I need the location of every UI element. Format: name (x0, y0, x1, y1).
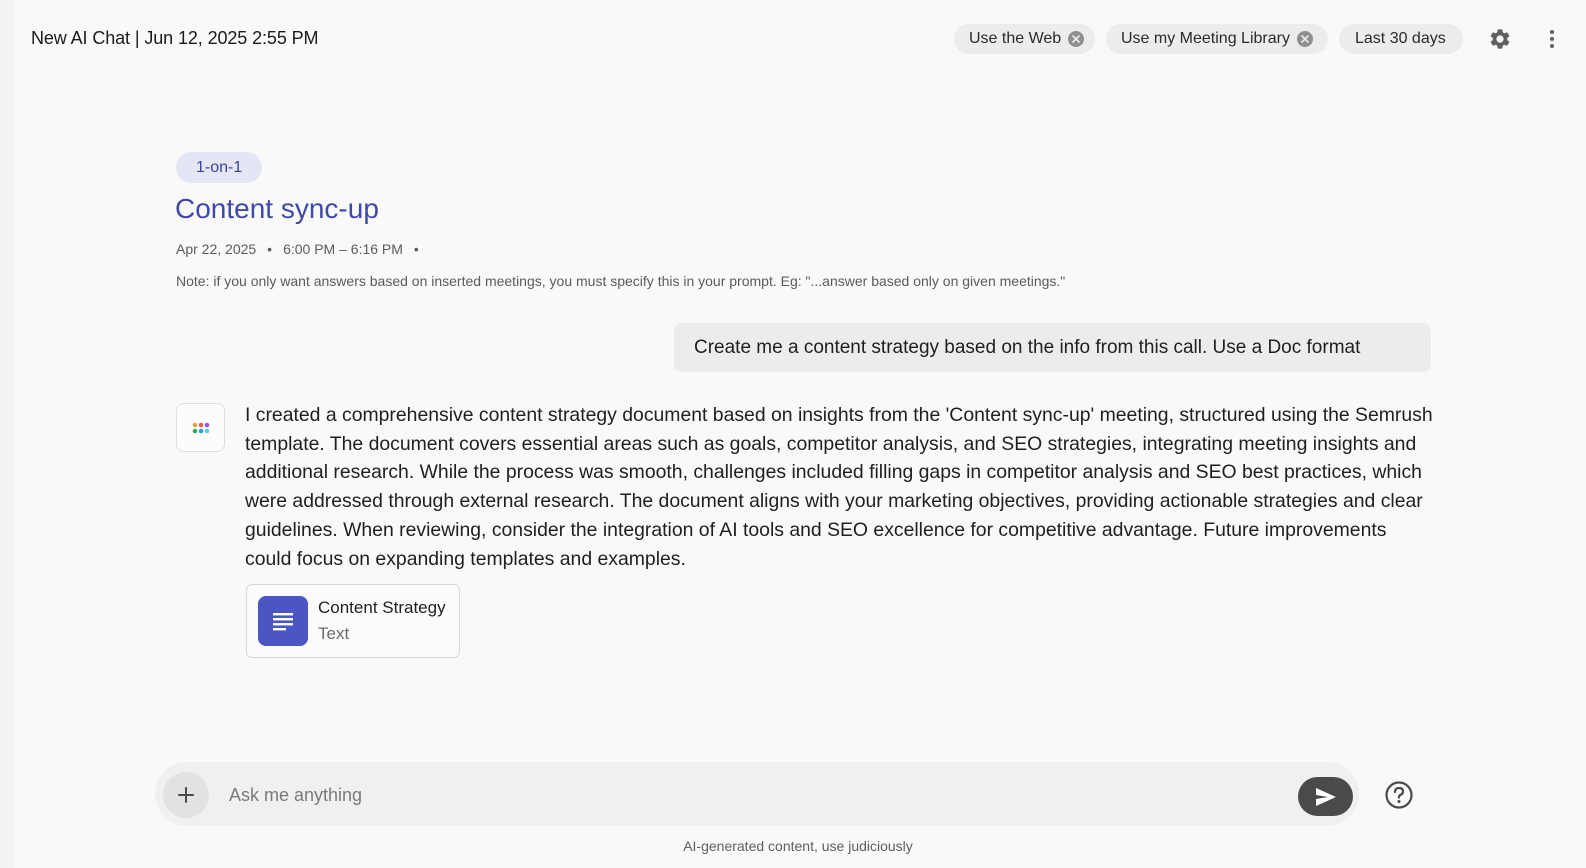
chip-label: Last 30 days (1355, 30, 1446, 47)
assistant-logo-icon (192, 422, 209, 433)
use-meeting-library-chip[interactable]: Use my Meeting Library (1106, 24, 1328, 54)
prompt-note: Note: if you only want answers based on … (176, 273, 1066, 289)
add-attachment-button[interactable] (163, 772, 209, 818)
meeting-type-tag: 1-on-1 (176, 152, 263, 183)
chat-title: New AI Chat | Jun 12, 2025 2:55 PM (31, 28, 319, 48)
chat-input[interactable] (227, 778, 1271, 812)
send-button[interactable] (1298, 777, 1353, 816)
use-web-chip[interactable]: Use the Web (954, 24, 1095, 54)
meeting-date: Apr 22, 2025 (176, 241, 257, 257)
assistant-avatar (176, 403, 225, 452)
meta-separator: • (267, 241, 273, 257)
kebab-menu-icon[interactable] (1540, 27, 1564, 51)
content-strategy-doc-card[interactable]: Content Strategy Text (246, 584, 460, 658)
document-icon (258, 596, 308, 646)
remove-web-chip-icon[interactable] (1068, 31, 1085, 47)
chip-label: Use the Web (969, 30, 1062, 47)
plus-icon (178, 787, 194, 803)
meeting-time: 6:00 PM – 6:16 PM (283, 241, 403, 257)
date-range-chip[interactable]: Last 30 days (1339, 24, 1463, 54)
gear-icon[interactable] (1488, 27, 1512, 51)
send-icon (1315, 787, 1336, 806)
meeting-meta: Apr 22, 2025 • 6:00 PM – 6:16 PM • (176, 241, 430, 257)
user-message-text: Create me a content strategy based on th… (694, 336, 1361, 358)
doc-type: Text (318, 624, 350, 643)
user-message: Create me a content strategy based on th… (674, 323, 1431, 372)
chip-label: Use my Meeting Library (1121, 30, 1290, 47)
remove-library-chip-icon[interactable] (1296, 31, 1313, 47)
help-icon[interactable] (1384, 780, 1414, 810)
ai-disclaimer: AI-generated content, use judiciously (683, 838, 913, 854)
meta-separator: • (413, 241, 419, 257)
left-edge-strip (0, 0, 14, 868)
top-bar: New AI Chat | Jun 12, 2025 2:55 PM Use t… (0, 0, 1586, 78)
chat-composer (155, 762, 1359, 826)
assistant-message-text: I created a comprehensive content strate… (245, 404, 1433, 570)
meeting-title[interactable]: Content sync-up (175, 193, 379, 225)
doc-name: Content Strategy (318, 598, 446, 617)
